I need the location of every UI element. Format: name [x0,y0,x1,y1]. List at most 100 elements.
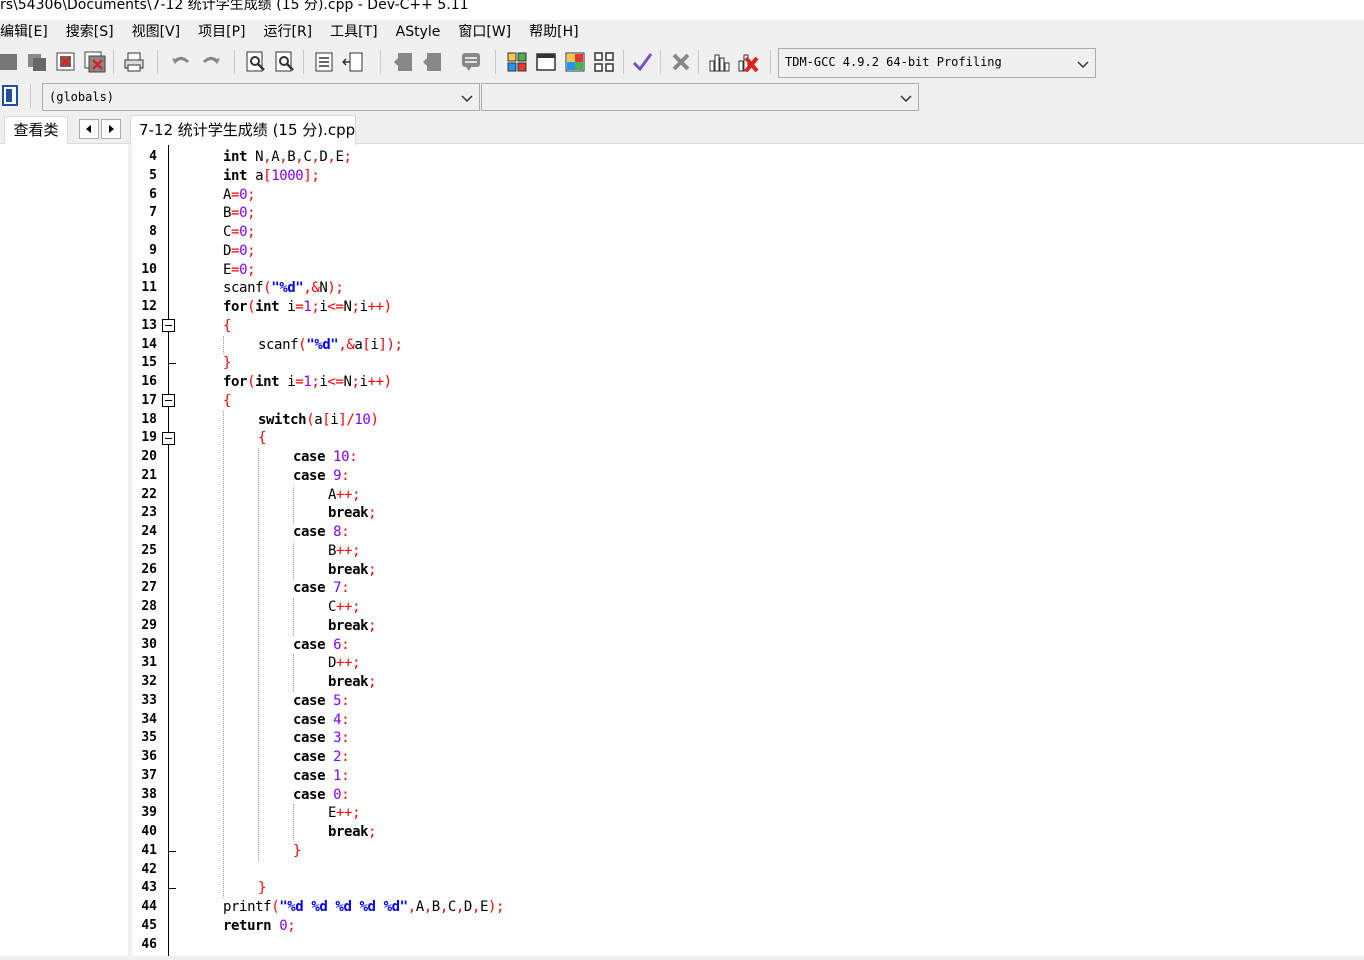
code-line[interactable]: 12 for(int i=1;i<=N;i++) [132,298,1364,317]
code-line[interactable]: 27 case 7: [132,579,1364,598]
code-token: [ [263,167,272,184]
code-line[interactable]: 35 case 3: [132,729,1364,748]
code-line[interactable]: 23 break; [132,504,1364,523]
goto-bookmark-icon[interactable] [421,51,443,73]
code-line[interactable]: 24 case 8: [132,523,1364,542]
fold-collapse-icon[interactable] [162,319,175,333]
tab-class-browser[interactable]: 查看类 [4,116,68,144]
menu-search[interactable]: 搜索[S] [57,20,123,44]
code-line[interactable]: 19 { [132,429,1364,448]
code-token: 8 [333,524,342,540]
menu-project[interactable]: 项目[P] [189,20,254,44]
code-line[interactable]: 46 [132,936,1364,955]
undo-icon[interactable] [170,51,192,73]
code-line[interactable]: 15} [132,354,1364,373]
code-line[interactable]: 29 break; [132,617,1364,636]
code-line[interactable]: 26 break; [132,561,1364,580]
compile-run-icon[interactable] [564,51,586,73]
code-line[interactable]: 44 printf("%d %d %d %d %d",A,B,C,D,E); [132,898,1364,917]
code-line[interactable]: 38 case 0: [132,786,1364,805]
close-all-icon[interactable] [84,51,106,73]
code-line[interactable]: 6 A=0; [132,186,1364,205]
menu-astyle[interactable]: AStyle [387,20,450,44]
compile-icon[interactable] [506,51,528,73]
code-text: } [223,354,231,373]
class-browser-panel[interactable] [0,145,128,960]
save-icon[interactable] [0,51,20,73]
close-file-icon[interactable] [55,51,77,73]
menu-window[interactable]: 窗口[W] [449,20,520,44]
code-line[interactable]: 9 D=0; [132,242,1364,261]
code-line[interactable]: 5 int a[1000]; [132,167,1364,186]
code-line[interactable]: 4 int N,A,B,C,D,E; [132,148,1364,167]
code-token: : [341,730,350,747]
tab-file[interactable]: 7-12 统计学生成绩 (15 分).cpp [130,115,356,145]
code-line[interactable]: 36 case 2: [132,748,1364,767]
code-line[interactable]: 31 D++; [132,654,1364,673]
code-line[interactable]: 42 [132,861,1364,880]
menu-edit[interactable]: 编辑[E] [0,20,57,44]
code-text: { [258,429,266,448]
profile-icon[interactable] [708,51,730,73]
code-line[interactable]: 28 C++; [132,598,1364,617]
fold-collapse-icon[interactable] [162,394,175,408]
delete-profile-icon[interactable] [737,51,759,73]
code-line[interactable]: 43} [132,879,1364,898]
menu-help[interactable]: 帮助[H] [520,20,587,44]
print-icon[interactable] [123,51,145,73]
indent-guide [258,448,259,861]
class-browser-icon[interactable] [0,85,22,107]
code-token: : [341,524,350,540]
code-line[interactable]: 30 case 6: [132,636,1364,655]
code-line[interactable]: 25 B++; [132,542,1364,561]
line-number: 28 [141,599,157,614]
code-line[interactable]: 17 { [132,392,1364,411]
code-line[interactable]: 10 E=0; [132,261,1364,280]
code-line[interactable]: 32 break; [132,673,1364,692]
rebuild-all-icon[interactable] [593,51,615,73]
fold-collapse-icon[interactable] [162,431,175,445]
code-text: scanf("%d",&a[i]); [258,336,403,355]
code-line[interactable]: 37 case 1: [132,767,1364,786]
syntax-check-icon[interactable] [631,51,653,73]
find-icon[interactable] [245,51,267,73]
tab-scroll-left-button[interactable] [79,119,99,139]
code-line[interactable]: 45 return 0; [132,917,1364,936]
code-token: break [328,617,369,634]
code-line[interactable]: 18 switch(a[i]/10) [132,411,1364,430]
indent-guide [293,598,294,636]
replace-icon[interactable] [274,51,296,73]
menu-tools[interactable]: 工具[T] [321,20,386,44]
code-line[interactable]: 39 E++; [132,804,1364,823]
scope-select[interactable]: (globals) [42,83,480,111]
code-line[interactable]: 22 A++; [132,486,1364,505]
comment-icon[interactable] [460,51,482,73]
tab-scroll-right-button[interactable] [101,119,121,139]
code-line[interactable]: 7 B=0; [132,204,1364,223]
member-select[interactable] [481,83,919,111]
code-line[interactable]: 14 scanf("%d",&a[i]); [132,336,1364,355]
code-token: 9 [333,467,342,484]
toggle-bookmark-icon[interactable] [392,51,414,73]
menu-view[interactable]: 视图[V] [123,20,190,44]
redo-icon[interactable] [200,51,222,73]
code-editor[interactable]: 4 int N,A,B,C,D,E; 5 int a[1000]; 6 A=0; 7 B=0;… [132,145,1364,960]
code-line[interactable]: 16 for(int i=1;i<=N;i++) [132,373,1364,392]
code-line[interactable]: 8 C=0; [132,223,1364,242]
code-line[interactable]: 13 { [132,317,1364,336]
stop-execution-icon[interactable] [670,51,692,73]
indent-icon[interactable] [313,51,335,73]
code-line[interactable]: 34 case 4: [132,711,1364,730]
code-line[interactable]: 20 case 10: [132,448,1364,467]
code-token: { [258,430,267,447]
run-icon[interactable] [535,51,557,73]
code-line[interactable]: 21 case 9: [132,467,1364,486]
code-line[interactable]: 33 case 5: [132,692,1364,711]
compiler-select[interactable]: TDM-GCC 4.9.2 64-bit Profiling [778,48,1096,78]
unindent-icon[interactable] [342,51,364,73]
save-all-icon[interactable] [26,51,48,73]
menu-run[interactable]: 运行[R] [254,20,321,44]
code-line[interactable]: 41} [132,842,1364,861]
code-line[interactable]: 11 scanf("%d",&N); [132,279,1364,298]
code-line[interactable]: 40 break; [132,823,1364,842]
